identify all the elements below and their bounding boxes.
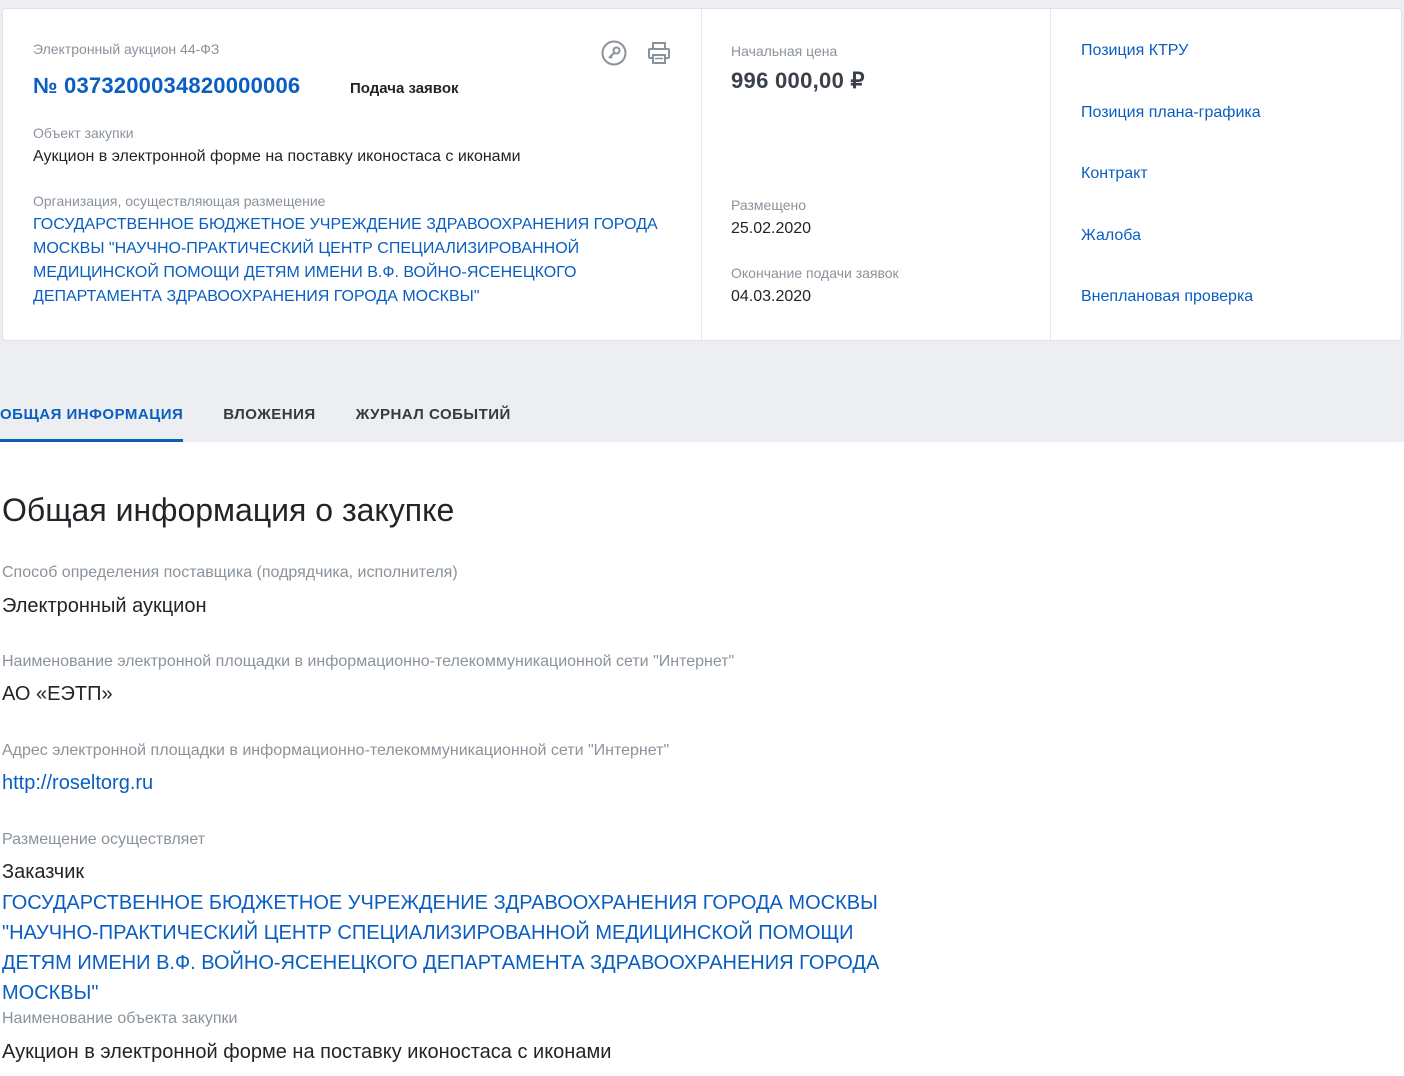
- key-icon[interactable]: [600, 39, 628, 67]
- field-label-object-name: Наименование объекта закупки: [2, 1010, 238, 1027]
- procurement-card: Электронный аукцион 44-ФЗ № 037320003482…: [2, 8, 1402, 341]
- deadline-date: 04.03.2020: [731, 288, 812, 305]
- link-contract[interactable]: Контракт: [1081, 165, 1148, 183]
- status-badge: Подача заявок: [350, 80, 459, 97]
- field-label-supplier-method: Способ определения поставщика (подрядчик…: [2, 564, 458, 581]
- object-value: Аукцион в электронной форме на поставку …: [33, 148, 521, 165]
- field-value-supplier-method: Электронный аукцион: [2, 595, 207, 617]
- link-unscheduled-inspection[interactable]: Внеплановая проверка: [1081, 288, 1253, 306]
- procedure-type: Электронный аукцион 44-ФЗ: [33, 41, 220, 57]
- field-value-object-name: Аукцион в электронной форме на поставку …: [2, 1041, 612, 1063]
- column-divider: [701, 9, 702, 340]
- tab-event-log[interactable]: ЖУРНАЛ СОБЫТИЙ: [356, 388, 511, 442]
- placer-org-link[interactable]: ГОСУДАРСТВЕННОЕ БЮДЖЕТНОЕ УЧРЕЖДЕНИЕ ЗДР…: [2, 888, 922, 1008]
- posted-label: Размещено: [731, 197, 806, 213]
- tab-bar: ОБЩАЯ ИНФОРМАЦИЯ ВЛОЖЕНИЯ ЖУРНАЛ СОБЫТИЙ: [0, 388, 551, 442]
- field-label-placer: Размещение осуществляет: [2, 831, 206, 848]
- field-value-placer-role: Заказчик: [2, 861, 85, 883]
- link-complaint[interactable]: Жалоба: [1081, 227, 1141, 245]
- column-divider: [1050, 9, 1051, 340]
- tab-general-info[interactable]: ОБЩАЯ ИНФОРМАЦИЯ: [0, 388, 184, 442]
- deadline-label: Окончание подачи заявок: [731, 265, 899, 281]
- org-link[interactable]: ГОСУДАРСТВЕННОЕ БЮДЖЕТНОЕ УЧРЕЖДЕНИЕ ЗДР…: [33, 213, 673, 309]
- posted-date: 25.02.2020: [731, 220, 812, 237]
- page-title: Общая информация о закупке: [2, 492, 455, 528]
- field-label-platform-address: Адрес электронной площадки в информацион…: [2, 742, 670, 759]
- platform-address-link[interactable]: http://roseltorg.ru: [2, 772, 153, 795]
- link-plan-schedule[interactable]: Позиция плана-графика: [1081, 104, 1261, 122]
- field-value-platform-name: АО «ЕЭТП»: [2, 683, 113, 705]
- field-label-platform-name: Наименование электронной площадки в инфо…: [2, 653, 735, 670]
- price-label: Начальная цена: [731, 43, 838, 59]
- link-ktru[interactable]: Позиция КТРУ: [1081, 42, 1188, 60]
- registry-number-link[interactable]: № 0373200034820000006: [33, 73, 300, 99]
- org-label: Организация, осуществляющая размещение: [33, 193, 326, 209]
- object-label: Объект закупки: [33, 125, 134, 141]
- tab-attachments[interactable]: ВЛОЖЕНИЯ: [223, 388, 315, 442]
- print-icon[interactable]: [645, 39, 673, 67]
- price-value: 996 000,00 ₽: [731, 68, 865, 93]
- header-area: Электронный аукцион 44-ФЗ № 037320003482…: [0, 0, 1404, 442]
